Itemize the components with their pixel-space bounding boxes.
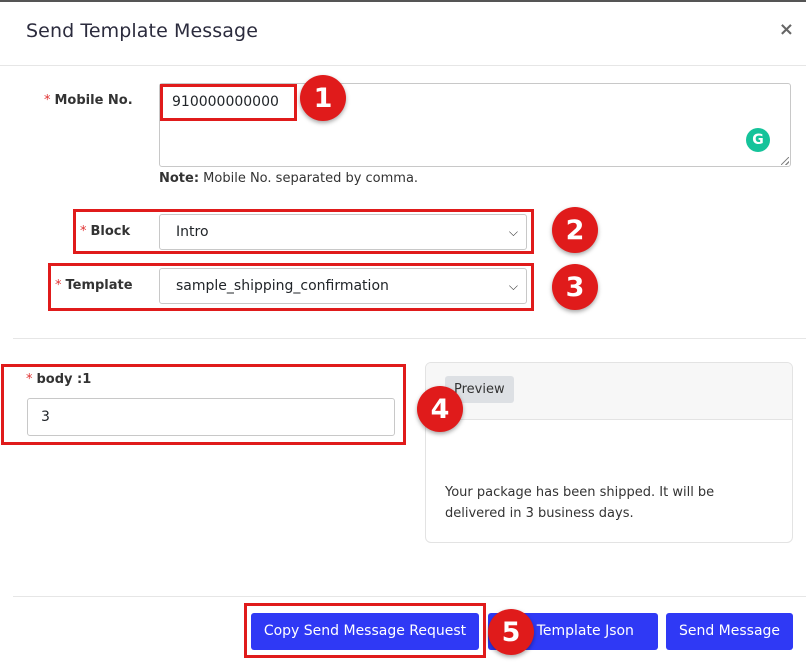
modal-header: Send Template Message × [0, 2, 806, 66]
close-icon[interactable]: × [779, 20, 794, 40]
annotation-marker-5: 5 [488, 609, 534, 655]
send-message-button[interactable]: Send Message [666, 613, 793, 650]
body-label: * body :1 [26, 372, 91, 387]
footer-divider [13, 596, 806, 597]
preview-header: Preview [426, 363, 792, 420]
template-value: sample_shipping_confirmation [176, 278, 389, 294]
mobile-textarea[interactable]: 910000000000 G [159, 83, 791, 167]
template-label-text: Template [65, 278, 133, 293]
mobile-label-text: Mobile No. [54, 93, 133, 108]
mobile-value: 910000000000 [172, 94, 279, 110]
section-divider [13, 338, 806, 339]
required-marker: * [80, 224, 87, 239]
block-label: * Block [80, 224, 130, 239]
required-marker: * [55, 278, 62, 293]
annotation-marker-1: 1 [300, 75, 346, 121]
send-template-modal: Send Template Message × * Mobile No. 9100… [0, 0, 806, 662]
required-marker: * [44, 93, 51, 108]
annotation-marker-2: 2 [552, 207, 598, 253]
annotation-marker-3: 3 [552, 264, 598, 310]
block-value: Intro [176, 224, 209, 240]
mobile-label: * Mobile No. [44, 93, 133, 108]
modal-title: Send Template Message [26, 20, 259, 42]
resize-handle[interactable] [781, 157, 789, 165]
mobile-note: Note: Mobile No. separated by comma. [159, 171, 418, 186]
body-label-text: body :1 [36, 372, 92, 387]
chevron-down-icon: ⌵ [508, 279, 518, 293]
annotation-marker-4: 4 [417, 386, 463, 432]
grammarly-icon[interactable]: G [746, 128, 770, 152]
block-label-text: Block [90, 224, 131, 239]
body-value: 3 [41, 409, 50, 425]
preview-text: Your package has been shipped. It will b… [445, 485, 715, 521]
note-bold: Note: [159, 171, 200, 186]
preview-card: Preview Your package has been shipped. I… [425, 362, 793, 543]
template-select[interactable]: sample_shipping_confirmation ⌵ [159, 268, 527, 304]
template-label: * Template [55, 278, 133, 293]
body-input[interactable]: 3 [27, 398, 395, 436]
block-select[interactable]: Intro ⌵ [159, 214, 527, 250]
required-marker: * [26, 372, 33, 387]
chevron-down-icon: ⌵ [508, 225, 518, 239]
copy-send-message-request-button[interactable]: Copy Send Message Request [251, 613, 479, 650]
note-text: Mobile No. separated by comma. [199, 171, 419, 186]
